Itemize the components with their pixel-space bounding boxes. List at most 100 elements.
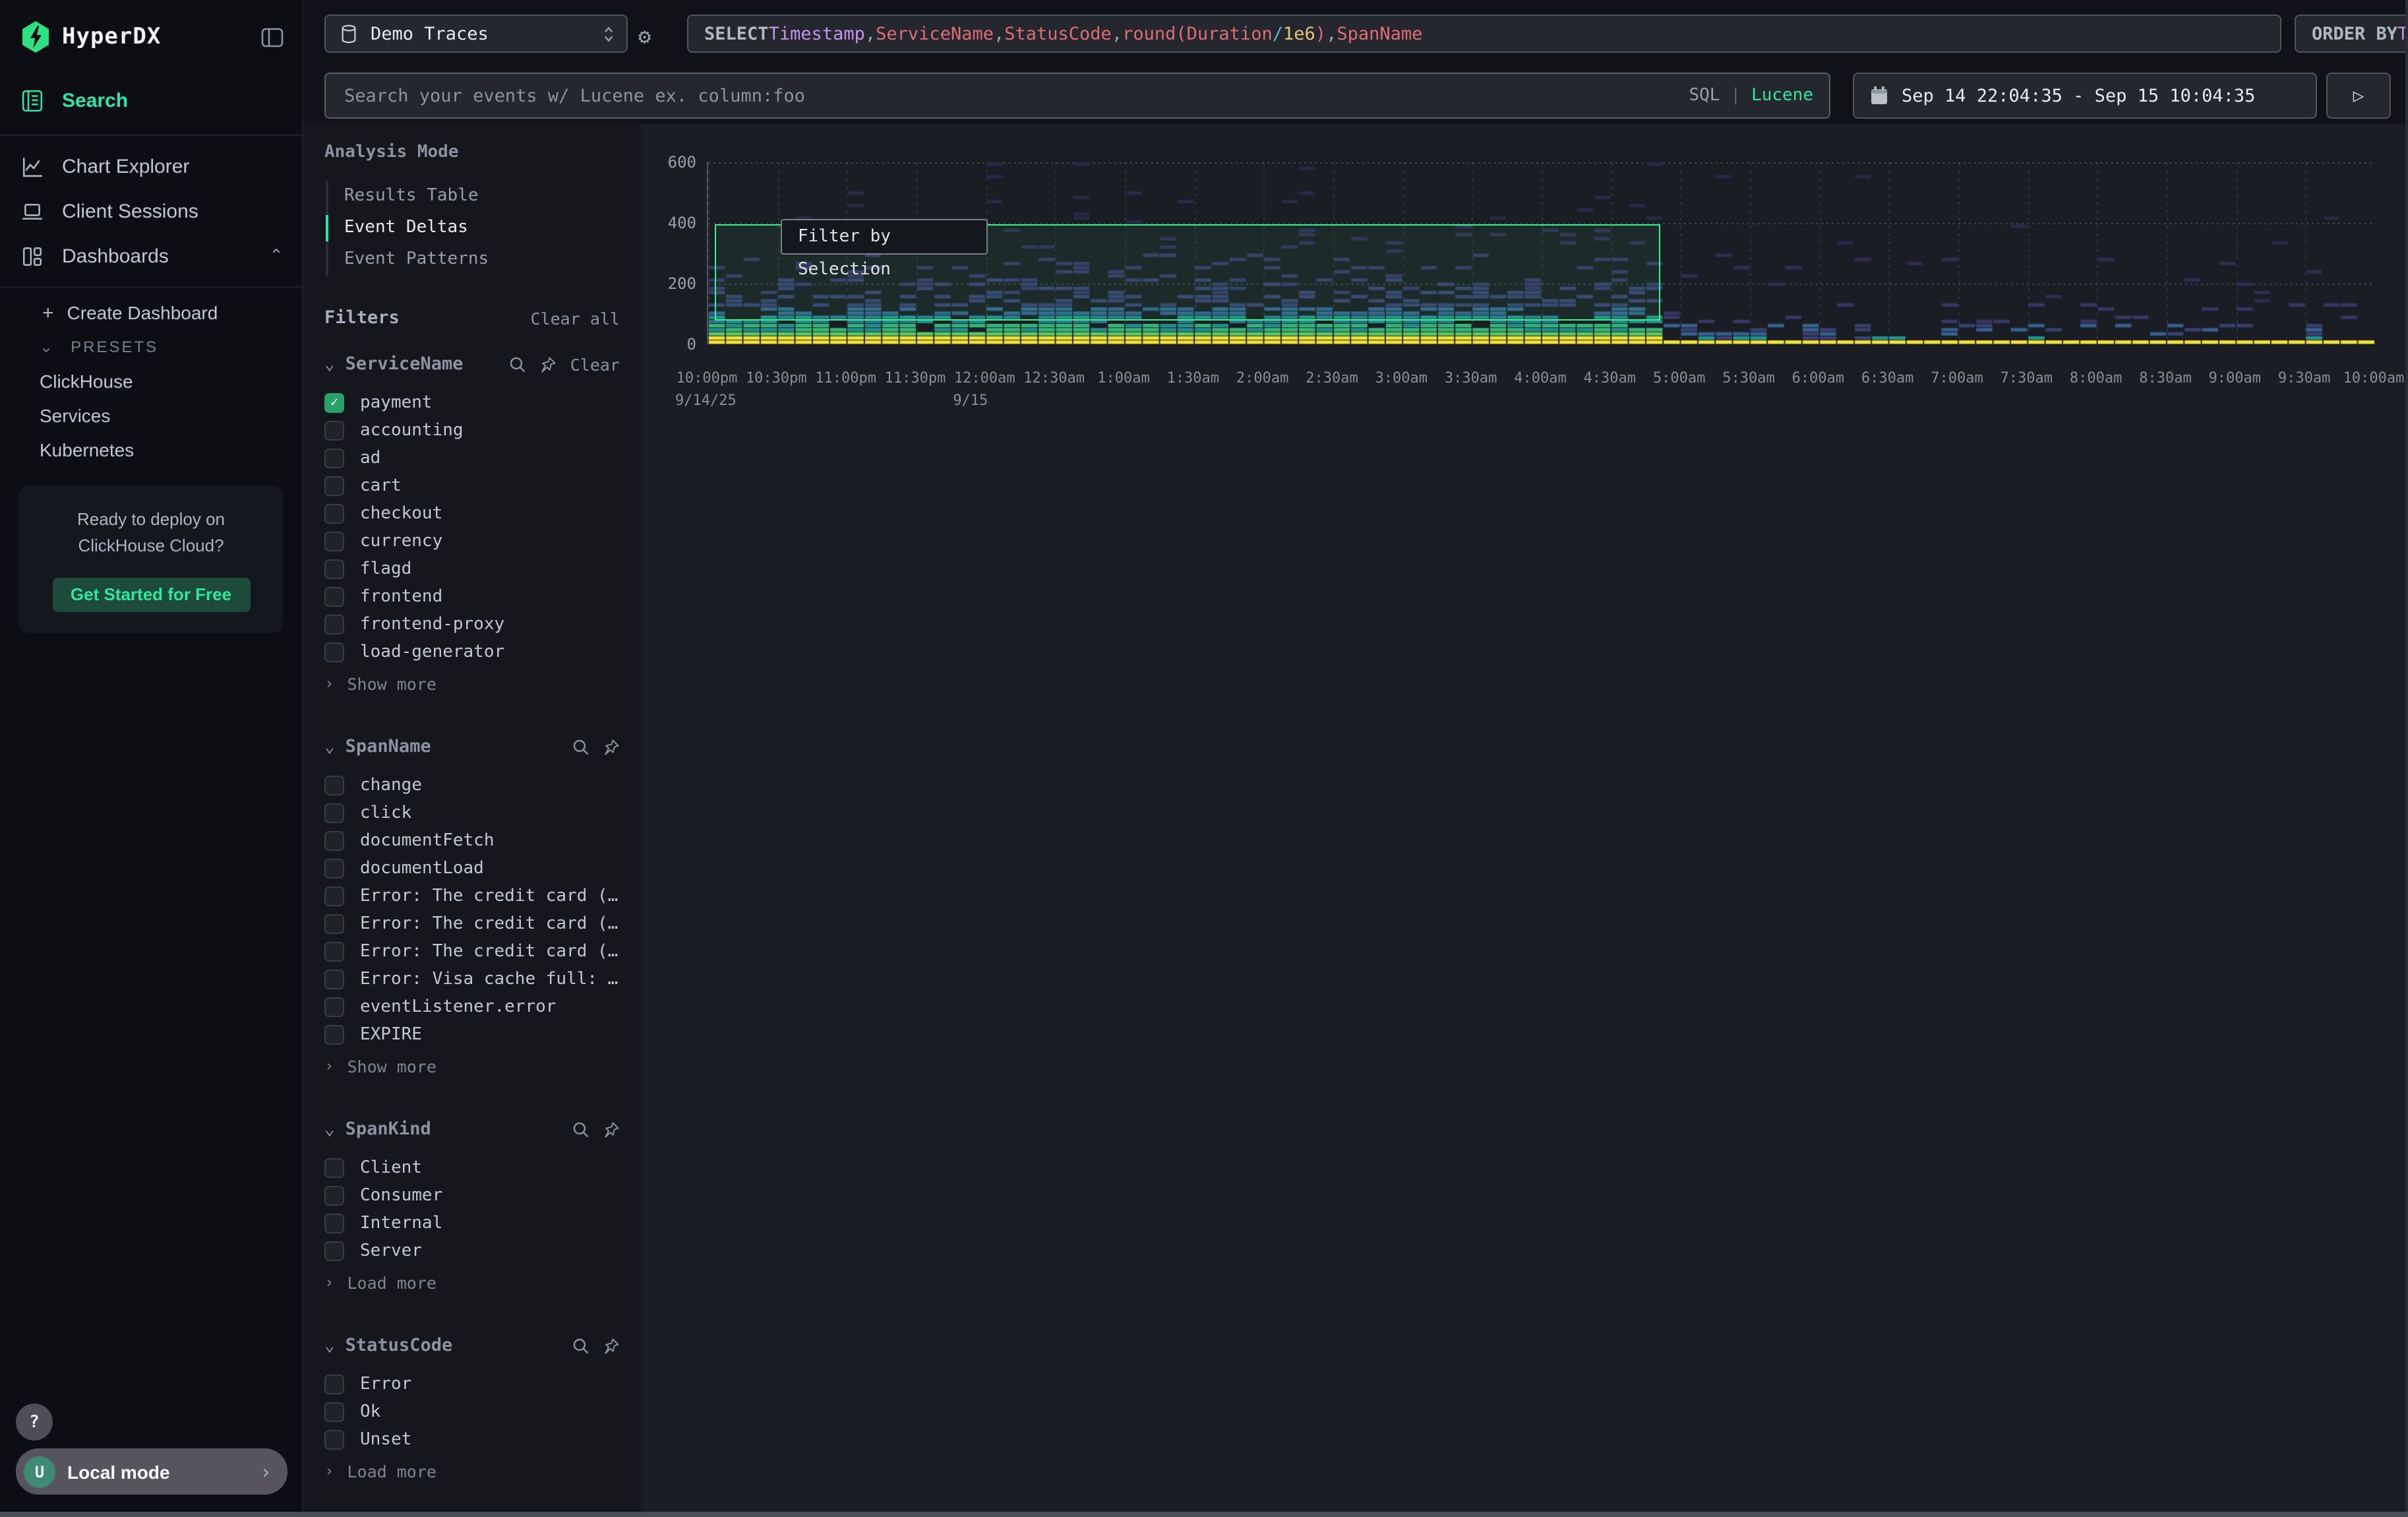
filter-option[interactable]: frontend [324, 583, 620, 611]
filter-option[interactable]: currency [324, 528, 620, 555]
sidebar-item-chart-explorer[interactable]: Chart Explorer [0, 144, 302, 189]
sidebar-item-client-sessions[interactable]: Client Sessions [0, 189, 302, 233]
presets-section-toggle[interactable]: ⌄ PRESETS [0, 330, 302, 364]
local-mode-button[interactable]: U Local mode › [16, 1448, 287, 1495]
filter-option[interactable]: cart [324, 472, 620, 500]
filter-option[interactable]: Unset [324, 1426, 620, 1454]
checkbox-unchecked[interactable] [324, 587, 344, 607]
duration-heatmap-plot[interactable]: Filter by Selection [707, 162, 2374, 344]
checkbox-unchecked[interactable] [324, 642, 344, 662]
show-more-link[interactable]: ›Load more [324, 1456, 620, 1485]
show-more-link[interactable]: ›Load more [324, 1268, 620, 1297]
filter-section-name[interactable]: StatusCode [346, 1335, 559, 1356]
pin-icon[interactable] [603, 1121, 620, 1138]
sidebar-preset-services[interactable]: Services [0, 398, 302, 433]
checkbox-unchecked[interactable] [324, 886, 344, 906]
sidebar-preset-clickhouse[interactable]: ClickHouse [0, 364, 302, 398]
filter-option[interactable]: documentFetch [324, 827, 620, 855]
filter-option[interactable]: accounting [324, 417, 620, 445]
search-icon[interactable] [572, 738, 589, 755]
checkbox-unchecked[interactable] [324, 776, 344, 795]
analysis-mode-results-table[interactable]: Results Table [328, 181, 620, 212]
pin-icon[interactable] [540, 356, 557, 373]
search-icon[interactable] [572, 1337, 589, 1354]
checkbox-unchecked[interactable] [324, 421, 344, 441]
checkbox-unchecked[interactable] [324, 1241, 344, 1261]
filter-option[interactable]: checkout [324, 500, 620, 528]
filter-option[interactable]: Server [324, 1237, 620, 1265]
checkbox-unchecked[interactable] [324, 559, 344, 579]
filter-option[interactable]: Ok [324, 1398, 620, 1426]
checkbox-unchecked[interactable] [324, 997, 344, 1017]
filter-option[interactable]: ad [324, 445, 620, 472]
search-icon[interactable] [510, 356, 527, 373]
checkbox-unchecked[interactable] [324, 1186, 344, 1206]
filter-option[interactable]: click [324, 799, 620, 827]
filter-option[interactable]: Internal [324, 1210, 620, 1237]
filter-option[interactable]: ✓payment [324, 389, 620, 417]
filter-by-selection-button[interactable]: Filter by Selection [781, 219, 988, 255]
filter-option[interactable]: documentLoad [324, 855, 620, 882]
show-more-link[interactable]: ›Show more [324, 1051, 620, 1080]
filter-section-name[interactable]: SpanName [346, 736, 559, 757]
checkbox-unchecked[interactable] [324, 449, 344, 468]
filter-option[interactable]: Error: The credit card (… [324, 938, 620, 966]
checkbox-unchecked[interactable] [324, 1025, 344, 1045]
run-query-button[interactable]: ▷ [2326, 73, 2391, 119]
data-source-select[interactable]: Demo Traces [324, 15, 628, 53]
collapse-sidebar-icon[interactable] [261, 27, 284, 47]
checkbox-unchecked[interactable] [324, 859, 344, 879]
order-by-input[interactable]: ORDER BY Timestamp DESC [2295, 15, 2408, 53]
checkbox-unchecked[interactable] [324, 1375, 344, 1394]
filter-option[interactable]: EXPIRE [324, 1021, 620, 1049]
clear-all-button[interactable]: Clear all [531, 308, 620, 328]
help-button[interactable]: ? [16, 1404, 53, 1440]
sql-select-input[interactable]: SELECT Timestamp, ServiceName, StatusCod… [687, 15, 2281, 53]
checkbox-unchecked[interactable] [324, 942, 344, 962]
filter-option[interactable]: Error: The credit card (… [324, 910, 620, 938]
checkbox-unchecked[interactable] [324, 1402, 344, 1422]
filter-option[interactable]: frontend-proxy [324, 611, 620, 638]
filter-option[interactable]: Error: Visa cache full: … [324, 966, 620, 993]
filter-section-name[interactable]: ServiceName [346, 354, 497, 375]
checkbox-unchecked[interactable] [324, 914, 344, 934]
checkbox-unchecked[interactable] [324, 1158, 344, 1178]
checkbox-checked[interactable]: ✓ [324, 393, 344, 413]
filter-option[interactable]: Consumer [324, 1182, 620, 1210]
search-input[interactable] [342, 84, 1689, 108]
time-range-picker[interactable]: Sep 14 22:04:35 - Sep 15 10:04:35 [1853, 73, 2317, 119]
checkbox-unchecked[interactable] [324, 831, 344, 851]
chevron-down-icon[interactable]: ⌄ [324, 1119, 335, 1139]
search-icon[interactable] [572, 1121, 589, 1138]
get-started-button[interactable]: Get Started for Free [52, 578, 250, 612]
analysis-mode-event-deltas[interactable]: Event Deltas [328, 212, 620, 244]
filter-option[interactable]: Client [324, 1154, 620, 1182]
filter-option[interactable]: load-generator [324, 638, 620, 666]
pin-icon[interactable] [603, 738, 620, 755]
analysis-mode-event-patterns[interactable]: Event Patterns [328, 244, 620, 276]
checkbox-unchecked[interactable] [324, 1214, 344, 1233]
create-dashboard-button[interactable]: + Create Dashboard [0, 295, 302, 330]
chevron-down-icon[interactable]: ⌄ [324, 737, 335, 757]
filter-option[interactable]: Error [324, 1371, 620, 1398]
checkbox-unchecked[interactable] [324, 476, 344, 496]
pin-icon[interactable] [603, 1337, 620, 1354]
chevron-down-icon[interactable]: ⌄ [324, 1336, 335, 1355]
filter-option[interactable]: Error: The credit card (… [324, 882, 620, 910]
gear-icon[interactable]: ⚙ [638, 24, 651, 49]
chevron-up-icon[interactable]: ⌃ [269, 245, 284, 266]
filter-option[interactable]: eventListener.error [324, 993, 620, 1021]
checkbox-unchecked[interactable] [324, 970, 344, 989]
checkbox-unchecked[interactable] [324, 615, 344, 635]
clear-filter-button[interactable]: Clear [570, 354, 620, 374]
filter-option[interactable]: flagd [324, 555, 620, 583]
sidebar-item-dashboards[interactable]: Dashboards ⌃ [0, 233, 302, 278]
checkbox-unchecked[interactable] [324, 504, 344, 524]
lucene-toggle[interactable]: Lucene [1751, 86, 1813, 106]
show-more-link[interactable]: ›Show more [324, 669, 620, 698]
horizontal-scrollbar[interactable] [0, 1512, 2408, 1517]
checkbox-unchecked[interactable] [324, 1430, 344, 1450]
sql-toggle[interactable]: SQL [1689, 86, 1720, 106]
filter-option[interactable]: change [324, 772, 620, 799]
chevron-down-icon[interactable]: ⌄ [324, 354, 335, 374]
